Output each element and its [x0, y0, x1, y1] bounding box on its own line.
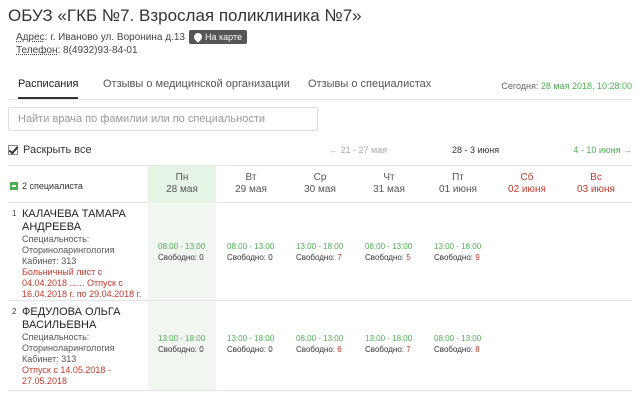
day-header: Вс 03 июня: [577, 172, 615, 195]
doctor-specialty: Оториноларингология: [22, 245, 115, 255]
doctor-search-input[interactable]: [8, 107, 318, 131]
schedule-header: 2 специалиста Пн 28 мая Вт 29 мая Ср 30 мая…: [8, 165, 632, 203]
doctor-note: 04.04.2018 ...... Отпуск с: [22, 278, 123, 288]
map-pin-icon: [192, 31, 204, 43]
schedule-slot[interactable]: 13:00 - 18:00 Свободно: 7: [286, 241, 354, 263]
phone-label: Телефон: [16, 45, 58, 56]
doctor-specialty-label: Специальность:: [22, 234, 90, 244]
address-line: Адрес: г. Иваново ул. Воронина д.13 На к…: [16, 30, 247, 44]
day-header: Чт 31 мая: [373, 172, 405, 195]
schedule-slot[interactable]: 13:00 - 18:00 Свободно: 9: [424, 241, 492, 263]
doctor-note: 27.05.2018: [22, 376, 68, 386]
tab-schedules[interactable]: Расписания: [18, 78, 79, 99]
doctor-note: Отпуск с 14.05.2018 -: [22, 365, 111, 375]
phone-value: : 8(4932)93-84-01: [57, 45, 138, 56]
schedule-slot[interactable]: 08:00 - 13:00 Свободно: 5: [355, 241, 423, 263]
page-title: ОБУЗ «ГКБ №7. Взрослая поликлиника №7»: [8, 6, 362, 25]
doctor-specialty: Оториноларингология: [22, 343, 115, 353]
today-value: 28 мая 2018, 10:28:00: [540, 81, 632, 91]
prev-week-link[interactable]: ← 21 - 27 мая: [329, 145, 387, 155]
tab-bar: Расписания Отзывы о медицинской организа…: [8, 72, 632, 100]
schedule-grid: 2 специалиста Пн 28 мая Вт 29 мая Ср 30 мая…: [8, 165, 632, 391]
doctor-info: КАЛАЧЕВА ТАМАРА АНДРЕЕВА Специальность: О…: [22, 208, 152, 300]
schedule-slot[interactable]: 13:00 - 18:00 Свободно: 0: [217, 333, 285, 355]
day-header: Ср 30 мая: [304, 172, 336, 195]
doctor-name[interactable]: КАЛАЧЕВА ТАМАРА АНДРЕЕВА: [22, 208, 152, 234]
schedule-slot[interactable]: 08:00 - 13:00 Свободно: 8: [424, 333, 492, 355]
doctor-cabinet: Кабинет: 313: [22, 256, 77, 266]
expand-all-label: Раскрыть все: [23, 144, 92, 156]
current-week-label: 28 - 3 июня: [452, 145, 500, 155]
schedule-slot[interactable]: 13:00 - 18:00 Свободно: 7: [355, 333, 423, 355]
expand-all-checkbox[interactable]: Раскрыть все: [8, 144, 92, 156]
day-header: Сб 02 июня: [508, 172, 546, 195]
schedule-slot[interactable]: 13:00 - 18:00 Свободно: 0: [148, 333, 216, 355]
map-button[interactable]: На карте: [189, 30, 247, 44]
specialists-count: 2 специалиста: [22, 181, 83, 191]
day-header: Вт 29 мая: [235, 172, 267, 195]
doctor-note: 16.04.2018 г. по 29.04.2018 г.: [22, 289, 142, 299]
schedule-slot[interactable]: 08:00 - 13:00 Свободно: 0: [148, 241, 216, 263]
address-value: : г. Иваново ул. Воронина д.13: [44, 31, 185, 43]
day-header: Пн 28 мая: [148, 166, 216, 203]
checkbox-checked-icon: [8, 145, 18, 155]
map-button-label: На карте: [205, 32, 242, 42]
doctor-row: 2 ФЕДУЛОВА ОЛЬГА ВАСИЛЬЕВНА Специальность…: [8, 301, 632, 391]
doctor-number: 1: [12, 209, 17, 218]
doctor-note: Больничный лист с: [22, 267, 103, 277]
doctor-name[interactable]: ФЕДУЛОВА ОЛЬГА ВАСИЛЬЕВНА: [22, 306, 152, 332]
doctor-cabinet: Кабинет: 313: [22, 354, 77, 364]
address-label: Адрес: [16, 31, 45, 43]
phone-line: Телефон: 8(4932)93-84-01: [16, 45, 138, 56]
collapse-icon: [10, 182, 18, 190]
collapse-specialists-toggle[interactable]: 2 специалиста: [10, 181, 83, 191]
schedule-slot[interactable]: 08:00 - 13:00 Свободно: 6: [286, 333, 354, 355]
next-week-link[interactable]: 4 - 10 июня →: [573, 145, 632, 155]
tab-specialist-reviews[interactable]: Отзывы о специалистах: [308, 78, 431, 90]
doctor-info: ФЕДУЛОВА ОЛЬГА ВАСИЛЬЕВНА Специальность: …: [22, 306, 152, 387]
doctor-specialty-label: Специальность:: [22, 332, 90, 342]
doctor-number: 2: [12, 307, 17, 316]
day-header: Пт 01 июня: [439, 172, 477, 195]
today-datetime: Сегодня: 28 мая 2018, 10:28:00: [501, 81, 632, 91]
doctor-row: 1 КАЛАЧЕВА ТАМАРА АНДРЕЕВА Специальность:…: [8, 203, 632, 301]
tab-org-reviews[interactable]: Отзывы о медицинской организации: [103, 78, 290, 90]
schedule-slot[interactable]: 08:00 - 13:00 Свободно: 0: [217, 241, 285, 263]
